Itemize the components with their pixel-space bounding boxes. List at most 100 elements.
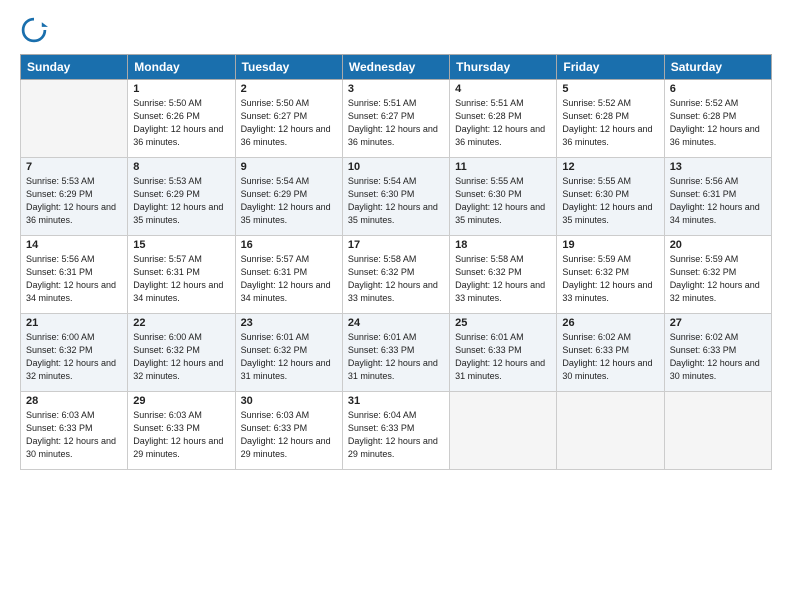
day-info: Sunrise: 5:55 AMSunset: 6:30 PMDaylight:… (455, 175, 551, 227)
day-info: Sunrise: 6:02 AMSunset: 6:33 PMDaylight:… (670, 331, 766, 383)
day-number: 12 (562, 161, 658, 173)
day-info: Sunrise: 5:55 AMSunset: 6:30 PMDaylight:… (562, 175, 658, 227)
logo-icon (20, 16, 48, 44)
col-header-wednesday: Wednesday (342, 55, 449, 80)
day-number: 25 (455, 317, 551, 329)
day-number: 23 (241, 317, 337, 329)
week-row-3: 14Sunrise: 5:56 AMSunset: 6:31 PMDayligh… (21, 236, 772, 314)
day-info: Sunrise: 6:03 AMSunset: 6:33 PMDaylight:… (26, 409, 122, 461)
day-number: 15 (133, 239, 229, 251)
cell-3-1: 14Sunrise: 5:56 AMSunset: 6:31 PMDayligh… (21, 236, 128, 314)
day-info: Sunrise: 5:51 AMSunset: 6:27 PMDaylight:… (348, 97, 444, 149)
cell-5-1: 28 Sunrise: 6:03 AMSunset: 6:33 PMDayligh… (21, 392, 128, 470)
day-number: 16 (241, 239, 337, 251)
cell-1-5: 4Sunrise: 5:51 AMSunset: 6:28 PMDaylight… (450, 80, 557, 158)
cell-1-3: 2Sunrise: 5:50 AMSunset: 6:27 PMDaylight… (235, 80, 342, 158)
cell-4-6: 26Sunrise: 6:02 AMSunset: 6:33 PMDayligh… (557, 314, 664, 392)
day-info: Sunrise: 5:53 AMSunset: 6:29 PMDaylight:… (26, 175, 122, 227)
day-number: 27 (670, 317, 766, 329)
cell-2-1: 7 Sunrise: 5:53 AMSunset: 6:29 PMDaylight… (21, 158, 128, 236)
day-info: Sunrise: 5:58 AMSunset: 6:32 PMDaylight:… (348, 253, 444, 305)
cell-5-3: 30 Sunrise: 6:03 AMSunset: 6:33 PMDayligh… (235, 392, 342, 470)
cell-4-2: 22 Sunrise: 6:00 AMSunset: 6:32 PMDayligh… (128, 314, 235, 392)
week-row-4: 21 Sunrise: 6:00 AMSunset: 6:32 PMDayligh… (21, 314, 772, 392)
day-info: Sunrise: 6:01 AMSunset: 6:33 PMDaylight:… (455, 331, 551, 383)
cell-3-3: 16 Sunrise: 5:57 AMSunset: 6:31 PMDayligh… (235, 236, 342, 314)
day-info: Sunrise: 6:00 AMSunset: 6:32 PMDaylight:… (133, 331, 229, 383)
day-number: 20 (670, 239, 766, 251)
day-info: Sunrise: 5:59 AMSunset: 6:32 PMDaylight:… (670, 253, 766, 305)
day-number: 17 (348, 239, 444, 251)
cell-2-2: 8 Sunrise: 5:53 AMSunset: 6:29 PMDaylight… (128, 158, 235, 236)
cell-3-6: 19 Sunrise: 5:59 AMSunset: 6:32 PMDayligh… (557, 236, 664, 314)
day-number: 18 (455, 239, 551, 251)
day-info: Sunrise: 6:02 AMSunset: 6:33 PMDaylight:… (562, 331, 658, 383)
cell-1-1 (21, 80, 128, 158)
cell-2-3: 9 Sunrise: 5:54 AMSunset: 6:29 PMDaylight… (235, 158, 342, 236)
day-number: 1 (133, 83, 229, 95)
cell-5-7 (664, 392, 771, 470)
day-info: Sunrise: 6:03 AMSunset: 6:33 PMDaylight:… (133, 409, 229, 461)
day-number: 24 (348, 317, 444, 329)
col-header-saturday: Saturday (664, 55, 771, 80)
column-headers: SundayMondayTuesdayWednesdayThursdayFrid… (21, 55, 772, 80)
cell-2-7: 13 Sunrise: 5:56 AMSunset: 6:31 PMDayligh… (664, 158, 771, 236)
logo (20, 16, 52, 44)
col-header-monday: Monday (128, 55, 235, 80)
day-info: Sunrise: 5:50 AMSunset: 6:26 PMDaylight:… (133, 97, 229, 149)
day-info: Sunrise: 5:57 AMSunset: 6:31 PMDaylight:… (241, 253, 337, 305)
day-number: 7 (26, 161, 122, 173)
calendar-body: 1 Sunrise: 5:50 AMSunset: 6:26 PMDaylight… (21, 80, 772, 470)
day-info: Sunrise: 5:54 AMSunset: 6:29 PMDaylight:… (241, 175, 337, 227)
day-info: Sunrise: 5:51 AMSunset: 6:28 PMDaylight:… (455, 97, 551, 149)
day-number: 13 (670, 161, 766, 173)
day-info: Sunrise: 5:58 AMSunset: 6:32 PMDaylight:… (455, 253, 551, 305)
cell-3-4: 17 Sunrise: 5:58 AMSunset: 6:32 PMDayligh… (342, 236, 449, 314)
col-header-sunday: Sunday (21, 55, 128, 80)
day-number: 22 (133, 317, 229, 329)
cell-4-4: 24 Sunrise: 6:01 AMSunset: 6:33 PMDayligh… (342, 314, 449, 392)
day-number: 5 (562, 83, 658, 95)
day-info: Sunrise: 5:57 AMSunset: 6:31 PMDaylight:… (133, 253, 229, 305)
cell-1-6: 5 Sunrise: 5:52 AMSunset: 6:28 PMDaylight… (557, 80, 664, 158)
day-info: Sunrise: 5:50 AMSunset: 6:27 PMDaylight:… (241, 97, 337, 149)
day-number: 8 (133, 161, 229, 173)
cell-2-4: 10Sunrise: 5:54 AMSunset: 6:30 PMDayligh… (342, 158, 449, 236)
day-number: 30 (241, 395, 337, 407)
cell-3-7: 20 Sunrise: 5:59 AMSunset: 6:32 PMDayligh… (664, 236, 771, 314)
calendar-table: SundayMondayTuesdayWednesdayThursdayFrid… (20, 54, 772, 470)
cell-1-4: 3 Sunrise: 5:51 AMSunset: 6:27 PMDaylight… (342, 80, 449, 158)
day-info: Sunrise: 5:54 AMSunset: 6:30 PMDaylight:… (348, 175, 444, 227)
day-number: 19 (562, 239, 658, 251)
cell-4-1: 21Sunrise: 6:00 AMSunset: 6:32 PMDayligh… (21, 314, 128, 392)
day-number: 11 (455, 161, 551, 173)
cell-5-2: 29 Sunrise: 6:03 AMSunset: 6:33 PMDayligh… (128, 392, 235, 470)
cell-1-2: 1 Sunrise: 5:50 AMSunset: 6:26 PMDaylight… (128, 80, 235, 158)
week-row-1: 1 Sunrise: 5:50 AMSunset: 6:26 PMDaylight… (21, 80, 772, 158)
day-number: 6 (670, 83, 766, 95)
day-info: Sunrise: 5:53 AMSunset: 6:29 PMDaylight:… (133, 175, 229, 227)
week-row-5: 28 Sunrise: 6:03 AMSunset: 6:33 PMDayligh… (21, 392, 772, 470)
day-number: 29 (133, 395, 229, 407)
day-info: Sunrise: 6:03 AMSunset: 6:33 PMDaylight:… (241, 409, 337, 461)
day-number: 28 (26, 395, 122, 407)
cell-2-6: 12 Sunrise: 5:55 AMSunset: 6:30 PMDayligh… (557, 158, 664, 236)
day-number: 3 (348, 83, 444, 95)
cell-4-7: 27 Sunrise: 6:02 AMSunset: 6:33 PMDayligh… (664, 314, 771, 392)
day-number: 31 (348, 395, 444, 407)
week-row-2: 7 Sunrise: 5:53 AMSunset: 6:29 PMDaylight… (21, 158, 772, 236)
day-info: Sunrise: 5:59 AMSunset: 6:32 PMDaylight:… (562, 253, 658, 305)
day-number: 21 (26, 317, 122, 329)
cell-5-4: 31 Sunrise: 6:04 AMSunset: 6:33 PMDayligh… (342, 392, 449, 470)
page: SundayMondayTuesdayWednesdayThursdayFrid… (0, 0, 792, 612)
day-number: 14 (26, 239, 122, 251)
cell-4-3: 23Sunrise: 6:01 AMSunset: 6:32 PMDayligh… (235, 314, 342, 392)
cell-1-7: 6Sunrise: 5:52 AMSunset: 6:28 PMDaylight… (664, 80, 771, 158)
day-info: Sunrise: 5:52 AMSunset: 6:28 PMDaylight:… (562, 97, 658, 149)
day-number: 9 (241, 161, 337, 173)
cell-3-2: 15 Sunrise: 5:57 AMSunset: 6:31 PMDayligh… (128, 236, 235, 314)
col-header-thursday: Thursday (450, 55, 557, 80)
day-info: Sunrise: 5:56 AMSunset: 6:31 PMDaylight:… (670, 175, 766, 227)
day-info: Sunrise: 6:04 AMSunset: 6:33 PMDaylight:… (348, 409, 444, 461)
day-info: Sunrise: 6:01 AMSunset: 6:33 PMDaylight:… (348, 331, 444, 383)
